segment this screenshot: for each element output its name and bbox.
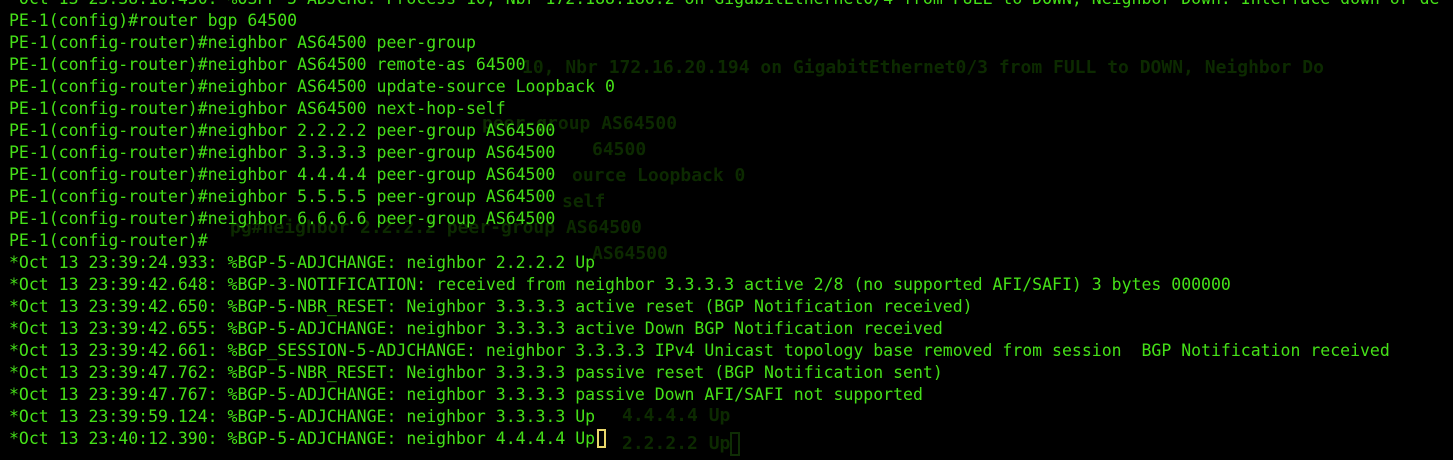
terminal-line: *Oct 13 23:38:18.450: %OSPF-5-ADJCHG: Pr… <box>9 0 1453 10</box>
text-cursor[interactable] <box>597 429 607 448</box>
terminal-line: PE-1(config-router)#neighbor 6.6.6.6 pee… <box>9 209 556 228</box>
terminal-line: *Oct 13 23:39:42.655: %BGP-5-ADJCHANGE: … <box>9 319 943 338</box>
terminal-prompt-line: PE-1(config-router)# <box>9 231 208 250</box>
terminal-line: PE-1(config-router)#neighbor AS64500 nex… <box>9 99 506 118</box>
terminal-line: *Oct 13 23:39:47.762: %BGP-5-NBR_RESET: … <box>9 363 943 382</box>
terminal-line: PE-1(config-router)#neighbor 4.4.4.4 pee… <box>9 165 556 184</box>
terminal-line: *Oct 13 23:39:47.767: %BGP-5-ADJCHANGE: … <box>9 385 923 404</box>
terminal-line: PE-1(config-router)#neighbor AS64500 rem… <box>9 55 526 74</box>
terminal-window[interactable]: 10, Nbr 172.16.20.194 on GigabitEthernet… <box>0 0 1453 460</box>
terminal-line: *Oct 13 23:39:42.648: %BGP-3-NOTIFICATIO… <box>9 275 1231 294</box>
terminal-line: PE-1(config-router)#neighbor 2.2.2.2 pee… <box>9 121 556 140</box>
terminal-line: *Oct 13 23:39:42.650: %BGP-5-NBR_RESET: … <box>9 297 973 316</box>
terminal-last-line: *Oct 13 23:40:12.390: %BGP-5-ADJCHANGE: … <box>9 428 1453 450</box>
terminal-line: PE-1(config-router)#neighbor 3.3.3.3 pee… <box>9 143 556 162</box>
terminal-line-text: *Oct 13 23:40:12.390: %BGP-5-ADJCHANGE: … <box>9 429 596 448</box>
terminal-line: PE-1(config)#router bgp 64500 <box>9 11 298 30</box>
terminal-line: *Oct 13 23:39:24.933: %BGP-5-ADJCHANGE: … <box>9 253 596 272</box>
terminal-line: PE-1(config-router)#neighbor AS64500 upd… <box>9 77 615 96</box>
terminal-line: PE-1(config-router)#neighbor AS64500 pee… <box>9 33 476 52</box>
terminal-line: PE-1(config-router)#neighbor 5.5.5.5 pee… <box>9 187 556 206</box>
terminal-line: *Oct 13 23:39:42.661: %BGP_SESSION-5-ADJ… <box>9 341 1390 360</box>
terminal-line: *Oct 13 23:39:59.124: %BGP-5-ADJCHANGE: … <box>9 407 596 426</box>
terminal-output: *Oct 13 23:38:18.450: %OSPF-5-ADJCHG: Pr… <box>9 0 1453 450</box>
